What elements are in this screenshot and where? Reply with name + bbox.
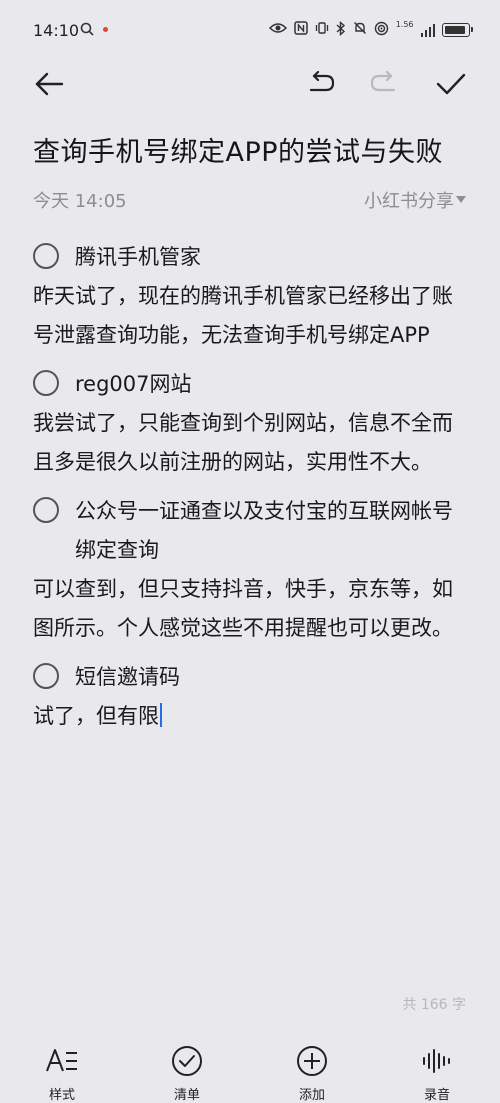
audio-wave-icon: [421, 1044, 453, 1078]
paragraph[interactable]: 可以查到，但只支持抖音，快手，京东等，如图所示。个人感觉这些不用提醒也可以更改。: [33, 570, 473, 648]
dropdown-arrow-icon[interactable]: [456, 196, 466, 203]
checklist-text[interactable]: reg007网站: [75, 365, 473, 404]
paragraph[interactable]: 我尝试了，只能查询到个别网站，信息不全而且多是很久以前注册的网站，实用性不大。: [33, 404, 473, 482]
checklist-icon: [171, 1044, 203, 1078]
checklist-button[interactable]: 清单: [147, 1044, 227, 1103]
paragraph[interactable]: 试了，但有限: [33, 697, 473, 736]
undo-icon: [306, 71, 336, 97]
paragraph[interactable]: 昨天试了，现在的腾讯手机管家已经移出了账号泄露查询功能，无法查询手机号绑定APP: [33, 277, 473, 355]
undo-button[interactable]: [301, 64, 341, 104]
hotspot-icon: [374, 21, 389, 40]
checklist-item: 短信邀请码: [33, 658, 473, 697]
search-icon: [80, 22, 94, 40]
mute-icon: [353, 21, 367, 39]
style-label: 样式: [48, 1088, 75, 1103]
back-button[interactable]: [29, 64, 69, 104]
text-cursor: [160, 703, 162, 727]
vibrate-icon: [315, 21, 329, 39]
paragraph-text[interactable]: 试了，但有限: [33, 704, 159, 728]
text-style-icon: [45, 1044, 79, 1078]
note-title[interactable]: 查询手机号绑定APP的尝试与失败: [33, 130, 443, 169]
notification-dot: [103, 27, 108, 32]
back-arrow-icon: [34, 71, 64, 97]
checklist-label: 清单: [173, 1088, 200, 1103]
redo-icon: [369, 71, 399, 97]
check-icon: [435, 71, 467, 97]
checklist-item: 公众号一证通查以及支付宝的互联网帐号绑定查询: [33, 492, 473, 570]
checklist-item: 腾讯手机管家: [33, 238, 473, 277]
battery-icon: [442, 23, 473, 37]
bottom-toolbar: 样式 清单 添加 录音: [0, 1035, 500, 1103]
bluetooth-icon: [336, 20, 346, 40]
checklist-item: reg007网站: [33, 365, 473, 404]
network-speed: 1.56: [395, 20, 414, 29]
redo-button[interactable]: [364, 64, 404, 104]
checkbox[interactable]: [33, 243, 59, 269]
signal-icon: [420, 23, 435, 37]
checklist-text[interactable]: 腾讯手机管家: [75, 238, 473, 277]
status-bar: 14:10 1.56: [0, 0, 500, 60]
status-icons: 1.56: [268, 19, 473, 41]
add-label: 添加: [298, 1088, 325, 1103]
add-button[interactable]: 添加: [272, 1044, 352, 1103]
checklist-text[interactable]: 公众号一证通查以及支付宝的互联网帐号绑定查询: [75, 492, 473, 570]
checkbox[interactable]: [33, 370, 59, 396]
status-time: 14:10: [33, 21, 80, 40]
record-button[interactable]: 录音: [397, 1044, 477, 1103]
checkbox[interactable]: [33, 497, 59, 523]
eye-icon: [268, 22, 287, 38]
add-icon: [296, 1044, 328, 1078]
share-label[interactable]: 小红书分享: [364, 187, 454, 213]
checkbox[interactable]: [33, 663, 59, 689]
style-button[interactable]: 样式: [22, 1044, 102, 1103]
note-date: 今天 14:05: [33, 191, 127, 212]
done-button[interactable]: [431, 64, 471, 104]
word-count: 共 166 字: [402, 997, 466, 1013]
nfc-icon: [293, 21, 308, 39]
record-label: 录音: [423, 1088, 450, 1103]
note-body[interactable]: 腾讯手机管家 昨天试了，现在的腾讯手机管家已经移出了账号泄露查询功能，无法查询手…: [33, 238, 473, 736]
checklist-text[interactable]: 短信邀请码: [75, 658, 473, 697]
